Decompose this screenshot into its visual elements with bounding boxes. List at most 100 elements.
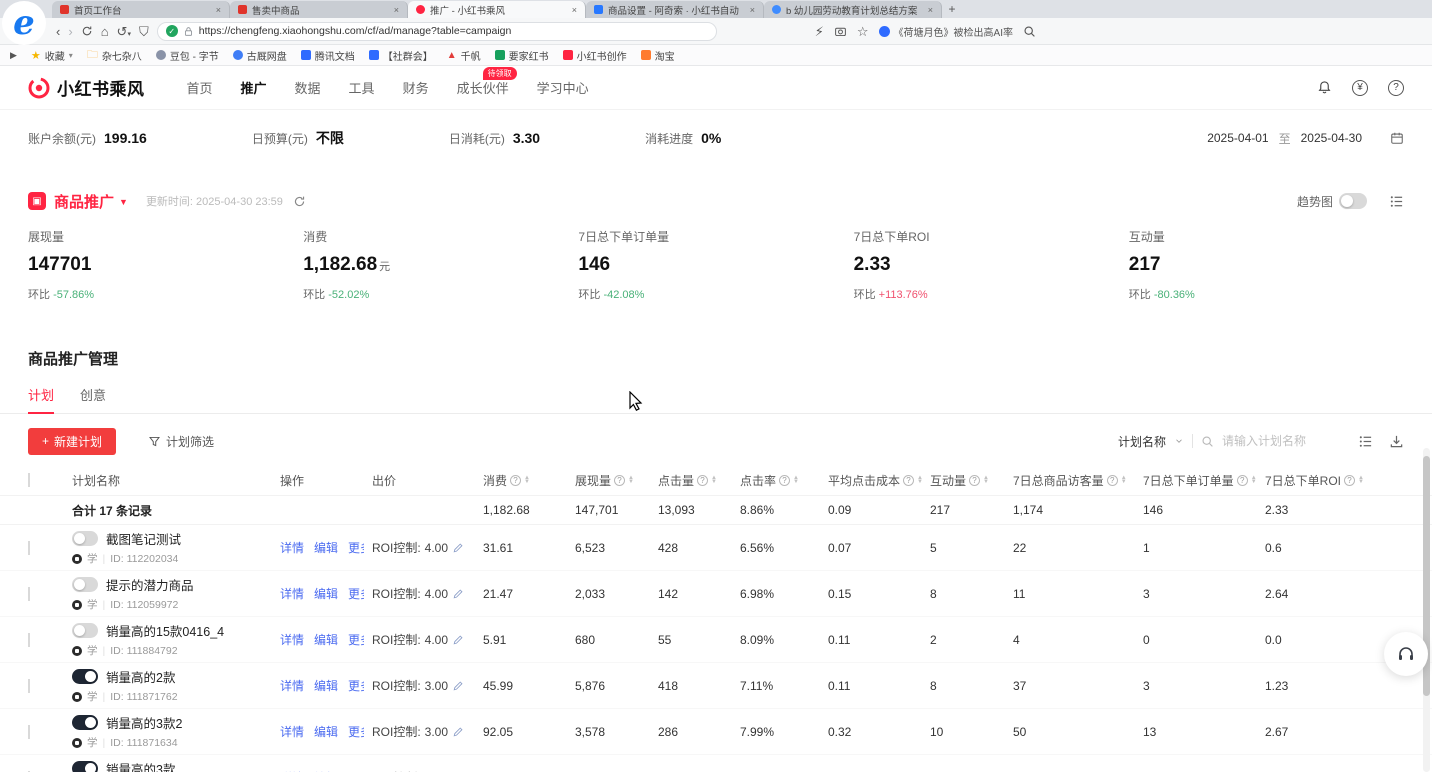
tab-close-icon[interactable]: × [394, 5, 399, 15]
help-icon[interactable]: ? [510, 475, 521, 486]
url-box[interactable]: ✓ https://chengfeng.xiaohongshu.com/cf/a… [157, 22, 717, 41]
help-icon[interactable]: ? [697, 475, 708, 486]
plan-name[interactable]: 销量高的3款 [106, 759, 175, 772]
edit-link[interactable]: 编辑 [314, 585, 338, 602]
plan-name[interactable]: 销量高的15款0416_4 [106, 621, 224, 640]
plan-name[interactable]: 截图笔记测试 [106, 529, 181, 548]
search-icon[interactable] [1023, 25, 1036, 38]
bookmark-folder[interactable]: 🗀杂七杂八 [87, 46, 142, 65]
help-icon[interactable]: ? [1107, 475, 1118, 486]
plan-search-input[interactable] [1222, 434, 1342, 448]
more-link[interactable]: 更多 [348, 585, 364, 602]
plan-name[interactable]: 提示的潜力商品 [106, 575, 194, 594]
search-icon[interactable] [1201, 435, 1214, 448]
bell-icon[interactable] [1317, 80, 1332, 95]
detail-link[interactable]: 详情 [280, 677, 304, 694]
undo-icon[interactable]: ↺▾ [117, 25, 131, 38]
bookmark-qianfan[interactable]: ▲千帆 [447, 48, 481, 63]
more-link[interactable]: 更多 [348, 677, 364, 694]
more-link[interactable]: 更多 [348, 723, 364, 740]
tab-close-icon[interactable]: × [750, 5, 755, 15]
row-checkbox[interactable] [28, 541, 30, 555]
browser-logo[interactable]: e [2, 1, 46, 45]
plan-name[interactable]: 销量高的2款 [106, 667, 175, 686]
menu-finance[interactable]: 财务 [403, 78, 429, 97]
tab-plans[interactable]: 计划 [28, 385, 54, 413]
sort-icon[interactable]: ▲▼ [628, 476, 634, 485]
help-icon[interactable]: ? [1237, 475, 1248, 486]
edit-link[interactable]: 编辑 [314, 677, 338, 694]
date-start[interactable]: 2025-04-01 [1207, 131, 1268, 145]
bookmark-xhs-creator[interactable]: 小红书创作 [563, 48, 627, 63]
new-plan-button[interactable]: +新建计划 [28, 428, 116, 455]
tab-home-workbench[interactable]: 首页工作台 × [52, 1, 230, 18]
tab-kindergarten-doc[interactable]: b 幼儿园劳动教育计划总结方案 × [764, 1, 942, 18]
metric-settings-icon[interactable] [1389, 194, 1404, 209]
tab-selling-products[interactable]: 售卖中商品 × [230, 1, 408, 18]
tab-product-settings[interactable]: 商品设置 - 阿奇索 · 小红书自动 × [586, 1, 764, 18]
row-checkbox[interactable] [28, 725, 30, 739]
bookmark-netdisk[interactable]: 古厩网盘 [233, 48, 287, 63]
lightning-icon[interactable]: ⚡ [815, 25, 824, 38]
edit-link[interactable]: 编辑 [314, 539, 338, 556]
row-checkbox[interactable] [28, 633, 30, 647]
sort-icon[interactable]: ▲▼ [711, 476, 717, 485]
vertical-scrollbar[interactable] [1423, 448, 1430, 772]
more-link[interactable]: 更多 [348, 539, 364, 556]
new-tab-button[interactable]: + [942, 2, 962, 18]
promo-title[interactable]: 商品推广 [54, 191, 114, 212]
home-icon[interactable]: ⌂ [101, 25, 109, 38]
plan-toggle[interactable] [72, 531, 98, 546]
column-settings-icon[interactable] [1358, 434, 1373, 449]
plan-toggle[interactable] [72, 623, 98, 638]
help-icon[interactable]: ? [1344, 475, 1355, 486]
menu-tools[interactable]: 工具 [349, 78, 375, 97]
refresh-icon[interactable] [81, 25, 93, 37]
plan-toggle[interactable] [72, 669, 98, 684]
sort-icon[interactable]: ▲▼ [1251, 476, 1257, 485]
edit-bid-icon[interactable] [452, 634, 464, 646]
brand[interactable]: 小红书乘风 [28, 75, 145, 100]
help-icon[interactable]: ? [614, 475, 625, 486]
bookmark-taobao[interactable]: 淘宝 [641, 48, 675, 63]
download-icon[interactable] [1389, 434, 1404, 449]
edit-bid-icon[interactable] [452, 542, 464, 554]
bookmark-tencent-docs[interactable]: 腾讯文档 [301, 48, 355, 63]
row-checkbox[interactable] [28, 679, 30, 693]
plan-name[interactable]: 销量高的3款2 [106, 713, 182, 732]
bookmark-community[interactable]: 【社群会】 [369, 48, 433, 63]
date-end[interactable]: 2025-04-30 [1301, 131, 1362, 145]
bookmark-doubao[interactable]: 豆包 - 字节 [156, 48, 219, 63]
chevron-down-icon[interactable] [1174, 436, 1184, 446]
edit-bid-icon[interactable] [452, 726, 464, 738]
calendar-icon[interactable] [1390, 131, 1404, 145]
sort-icon[interactable]: ▲▼ [793, 476, 799, 485]
wallet-icon[interactable]: ¥ [1352, 80, 1368, 96]
tab-close-icon[interactable]: × [928, 5, 933, 15]
detail-link[interactable]: 详情 [280, 723, 304, 740]
tab-creatives[interactable]: 创意 [80, 385, 106, 413]
tab-chengfeng-active[interactable]: 推广 - 小红书乘风 × [408, 1, 586, 18]
tab-close-icon[interactable]: × [572, 5, 577, 15]
select-all-checkbox[interactable] [28, 473, 30, 487]
forward-icon[interactable]: › [68, 25, 72, 38]
menu-promotion[interactable]: 推广 [241, 78, 267, 97]
help-icon[interactable]: ? [1388, 80, 1404, 96]
tab-close-icon[interactable]: × [216, 5, 221, 15]
bookmark-yaojia[interactable]: 要家红书 [495, 48, 549, 63]
back-icon[interactable]: ‹ [56, 25, 60, 38]
edit-bid-icon[interactable] [452, 588, 464, 600]
search-field-selector[interactable]: 计划名称 [1118, 433, 1166, 450]
browser-notice[interactable]: 《荷塘月色》被检出高AI率 [879, 24, 1013, 39]
favorites-collect-icon[interactable]: ⛉ [139, 25, 149, 38]
detail-link[interactable]: 详情 [280, 631, 304, 648]
date-range-picker[interactable]: 2025-04-01 至 2025-04-30 [1207, 130, 1404, 147]
bookmark-favorites[interactable]: ★收藏▾ [31, 48, 73, 63]
edit-bid-icon[interactable] [452, 680, 464, 692]
sort-icon[interactable]: ▲▼ [524, 476, 530, 485]
sort-icon[interactable]: ▲▼ [1358, 476, 1364, 485]
sort-icon[interactable]: ▲▼ [983, 476, 989, 485]
menu-learning-center[interactable]: 学习中心 [537, 78, 589, 97]
sort-icon[interactable]: ▲▼ [1121, 476, 1127, 485]
menu-data[interactable]: 数据 [295, 78, 321, 97]
